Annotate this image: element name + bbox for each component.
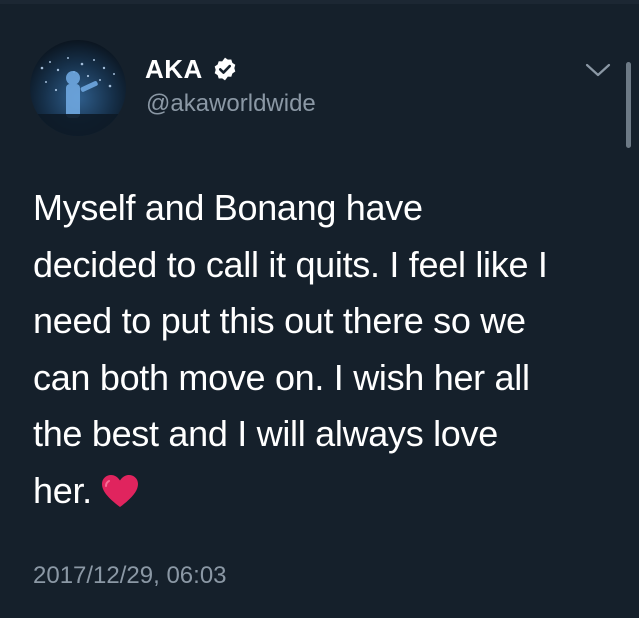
red-heart-icon: [101, 474, 138, 507]
tweet-line: need to put this out there so we: [33, 300, 526, 341]
tweet-line: the best and I will always love: [33, 413, 498, 454]
display-name[interactable]: AKA: [145, 54, 203, 85]
tweet-line: decided to call it quits. I feel like I: [33, 243, 548, 285]
top-edge: [0, 0, 639, 4]
tweet-line: Myself and Bonang have: [33, 187, 423, 228]
avatar[interactable]: [30, 40, 126, 136]
verified-badge-icon: [214, 57, 236, 81]
tweet-line: her.: [33, 469, 92, 511]
tweet-timestamp[interactable]: 2017/12/29, 06:03: [33, 562, 227, 590]
chevron-down-icon[interactable]: [583, 58, 613, 82]
user-handle[interactable]: @akaworldwide: [146, 90, 316, 118]
tweet-last-line: her.: [33, 463, 623, 520]
avatar-image: [30, 40, 126, 136]
scrollbar[interactable]: [626, 62, 631, 148]
display-name-row[interactable]: AKA: [145, 52, 238, 86]
tweet-line: can both move on. I wish her all: [33, 356, 530, 398]
tweet-text: Myself and Bonang have decided to call i…: [33, 180, 623, 519]
